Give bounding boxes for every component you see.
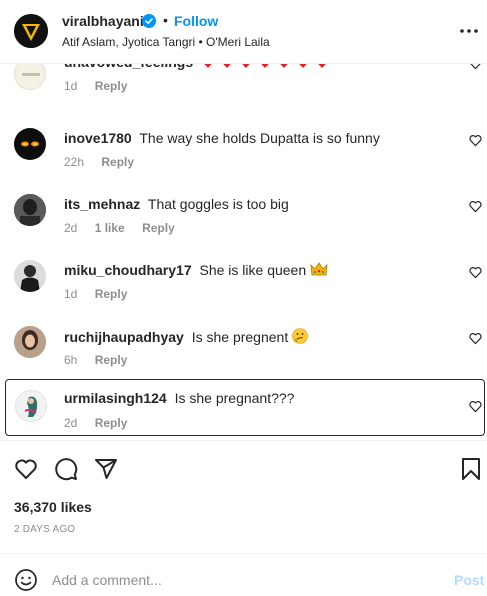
- comment-meta: 1d Reply: [64, 79, 141, 93]
- comment-text: Is she pregnent: [191, 329, 289, 345]
- reply-button[interactable]: Reply: [142, 221, 175, 235]
- like-comment-heart-icon[interactable]: [469, 266, 482, 279]
- add-comment-bar: Post: [0, 553, 487, 596]
- comment-text: The way she holds Dupatta is so funny: [139, 130, 380, 146]
- comment-likes-count[interactable]: 1 like: [95, 221, 125, 235]
- comment-body: ruchijhaupadhyay Is she pregnent: [64, 328, 308, 345]
- comment-input[interactable]: [52, 566, 432, 594]
- like-heart-icon[interactable]: [14, 457, 38, 481]
- comment-meta: 1d Reply: [64, 287, 141, 301]
- avatar[interactable]: [15, 390, 47, 422]
- comment-time[interactable]: 6h: [64, 353, 77, 367]
- post-timestamp[interactable]: 2 DAYS AGO: [14, 524, 75, 535]
- post-author-username[interactable]: viralbhayani: [62, 13, 144, 29]
- comments-list[interactable]: unavowed_feelings 1d Reply: [0, 64, 487, 439]
- comment-username[interactable]: its_mehnaz: [64, 196, 140, 212]
- comment-text: She is like queen: [199, 262, 307, 278]
- comment-username[interactable]: urmilasingh124: [64, 390, 167, 406]
- comment-bubble-icon[interactable]: [54, 457, 78, 481]
- comment-item: inove1780 The way she holds Dupatta is s…: [0, 118, 487, 184]
- comment-item-highlighted: urmilasingh124 Is she pregnant??? 2d Rep…: [5, 379, 485, 436]
- avatar[interactable]: [14, 260, 46, 292]
- reply-button[interactable]: Reply: [101, 155, 134, 169]
- hearts-emoji-icon: [204, 64, 326, 68]
- comment-item: its_mehnaz That goggles is too big 2d 1 …: [0, 184, 487, 250]
- comment-username[interactable]: inove1780: [64, 130, 132, 146]
- comment-time[interactable]: 1d: [64, 79, 77, 93]
- comment-body: inove1780 The way she holds Dupatta is s…: [64, 130, 380, 146]
- comment-text: Is she pregnant???: [174, 390, 295, 406]
- reply-button[interactable]: Reply: [95, 353, 128, 367]
- thinking-face-emoji-icon: [292, 328, 308, 344]
- likes-count[interactable]: 36,370 likes: [14, 499, 92, 515]
- comment-meta: 6h Reply: [64, 353, 141, 367]
- emoji-picker-icon[interactable]: [14, 568, 38, 592]
- like-comment-heart-icon[interactable]: [469, 332, 482, 345]
- like-comment-heart-icon[interactable]: [469, 134, 482, 147]
- comment-meta: 22h Reply: [64, 155, 148, 169]
- like-comment-heart-icon[interactable]: [469, 200, 482, 213]
- share-send-icon[interactable]: [94, 457, 118, 481]
- crown-emoji-icon: [310, 262, 328, 276]
- comment-body: its_mehnaz That goggles is too big: [64, 196, 289, 212]
- more-options-icon[interactable]: [459, 22, 479, 40]
- comment-time[interactable]: 2d: [64, 221, 77, 235]
- comment-item: unavowed_feelings 1d Reply: [0, 64, 487, 108]
- comment-username[interactable]: unavowed_feelings: [64, 64, 193, 70]
- comment-text: That goggles is too big: [147, 196, 289, 212]
- follow-button[interactable]: Follow: [174, 13, 218, 29]
- comment-meta: 2d Reply: [64, 416, 141, 430]
- post-button[interactable]: Post: [454, 572, 484, 588]
- comment-item: ruchijhaupadhyay Is she pregnent 6h Repl…: [0, 316, 487, 382]
- avatar[interactable]: [14, 14, 48, 48]
- like-comment-heart-icon[interactable]: [469, 400, 482, 413]
- comment-item: miku_choudhary17 She is like queen 1d Re…: [0, 250, 487, 316]
- avatar[interactable]: [14, 326, 46, 358]
- comment-meta: 2d 1 like Reply: [64, 221, 189, 235]
- comment-time[interactable]: 2d: [64, 416, 77, 430]
- save-bookmark-icon[interactable]: [459, 457, 483, 481]
- comment-username[interactable]: ruchijhaupadhyay: [64, 329, 184, 345]
- post-actions: 36,370 likes 2 DAYS AGO: [0, 440, 487, 550]
- avatar[interactable]: [14, 194, 46, 226]
- separator-dot: •: [163, 12, 168, 28]
- comment-time[interactable]: 22h: [64, 155, 84, 169]
- audio-attribution[interactable]: Atif Aslam, Jyotica Tangri • O'Meri Lail…: [62, 35, 270, 49]
- comment-body: miku_choudhary17 She is like queen: [64, 262, 328, 278]
- avatar[interactable]: [14, 64, 46, 90]
- post-header: viralbhayani • Follow Atif Aslam, Jyotic…: [0, 0, 487, 64]
- reply-button[interactable]: Reply: [95, 287, 128, 301]
- avatar[interactable]: [14, 128, 46, 160]
- verified-badge-icon: [142, 14, 156, 28]
- comment-body: unavowed_feelings: [64, 64, 329, 70]
- comment-username[interactable]: miku_choudhary17: [64, 262, 192, 278]
- viralbhayani-logo-icon: [14, 14, 48, 48]
- reply-button[interactable]: Reply: [95, 416, 128, 430]
- comment-body: urmilasingh124 Is she pregnant???: [64, 390, 294, 406]
- like-comment-heart-icon[interactable]: [469, 64, 482, 70]
- reply-button[interactable]: Reply: [95, 79, 128, 93]
- comment-time[interactable]: 1d: [64, 287, 77, 301]
